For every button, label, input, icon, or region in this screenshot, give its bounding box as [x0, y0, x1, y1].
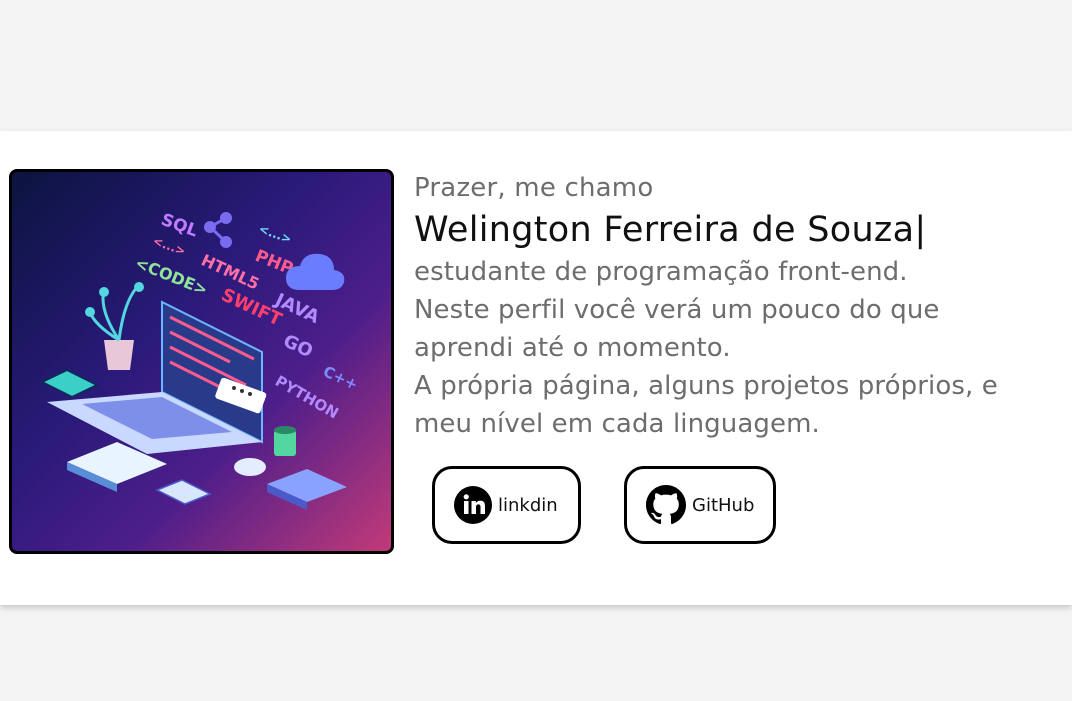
- description-line: meu nível em cada linguagem.: [414, 409, 820, 439]
- calculator-icon: [155, 479, 212, 505]
- description-line: A própria página, alguns projetos própri…: [414, 371, 998, 401]
- label-tag-1: <...>: [151, 234, 188, 259]
- intro-text: Prazer, me chamo Welington Ferreira de S…: [414, 171, 1054, 443]
- cloud-icon: [286, 253, 345, 290]
- linkedin-icon: [454, 486, 492, 524]
- share-icon: [204, 212, 232, 248]
- mug-icon: [274, 426, 296, 456]
- github-label: GitHub: [692, 494, 755, 516]
- description-line: estudante de programação front-end.: [414, 257, 908, 287]
- github-button[interactable]: GitHub: [624, 466, 776, 544]
- typing-cursor: |: [914, 210, 927, 250]
- book-icon: [67, 442, 347, 510]
- linkedin-button[interactable]: linkdin: [432, 466, 581, 544]
- greeting-text: Prazer, me chamo: [414, 173, 654, 203]
- page-title: Welington Ferreira de Souza|: [414, 207, 1054, 253]
- phone-icon: [39, 368, 100, 399]
- developer-illustration: SQL <...> <CODE> HTML5 PHP SWIFT JAVA GO…: [9, 169, 394, 554]
- github-icon: [646, 485, 686, 525]
- full-name: Welington Ferreira de Souza: [414, 210, 915, 250]
- description-line: aprendi até o momento.: [414, 333, 731, 363]
- label-tag-2: <...>: [257, 222, 294, 247]
- label-go: GO: [280, 330, 316, 362]
- mouse-icon: [234, 458, 266, 476]
- plant-icon: [85, 282, 144, 370]
- description-line: Neste perfil você verá um pouco do que: [414, 295, 940, 325]
- profile-card: SQL <...> <CODE> HTML5 PHP SWIFT JAVA GO…: [0, 131, 1072, 605]
- linkedin-label: linkdin: [498, 494, 558, 516]
- label-cpp: C++: [320, 362, 360, 394]
- label-code: <CODE>: [133, 253, 211, 299]
